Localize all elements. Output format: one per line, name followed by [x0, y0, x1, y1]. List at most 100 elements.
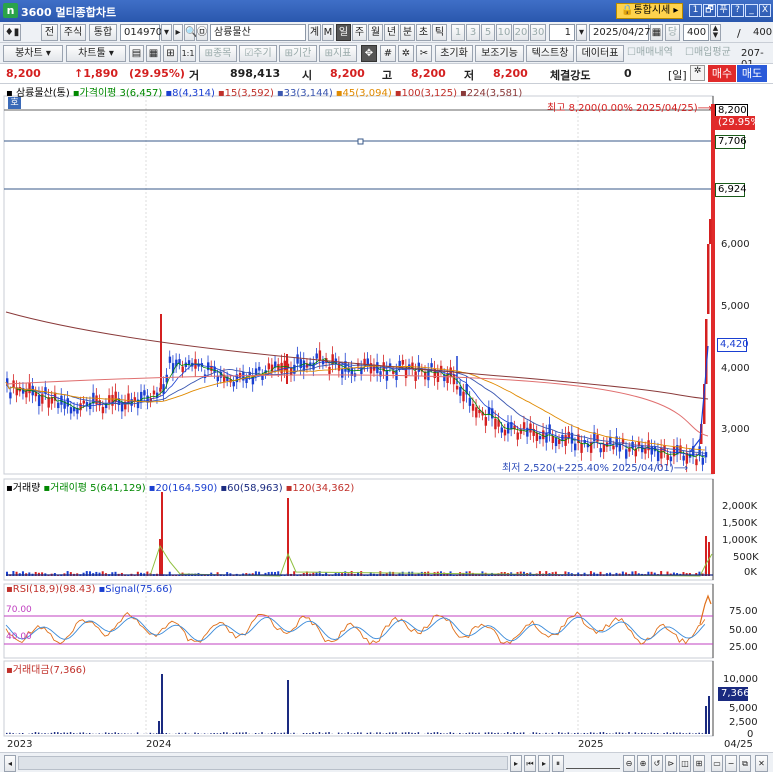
- restore-layout-button[interactable]: 🗗: [703, 4, 716, 17]
- close-chart-icon[interactable]: ✕: [755, 755, 768, 772]
- market-select[interactable]: 주식: [60, 24, 86, 41]
- stock-code-input[interactable]: 014970: [120, 24, 162, 41]
- compare-item-button[interactable]: ⊞종목: [199, 45, 237, 62]
- scissor-icon[interactable]: ✂: [416, 45, 432, 62]
- candle-body: [443, 374, 446, 382]
- text-window-button[interactable]: 텍스트창: [526, 45, 574, 62]
- minimize-button[interactable]: _: [745, 4, 758, 17]
- next-stock-icon[interactable]: ▸: [173, 24, 183, 41]
- count-spinner-icon[interactable]: ▲ ▼: [710, 24, 721, 41]
- chart-area[interactable]: ▪ 삼륭물산(통) ▪가격이평 3(6,457) ▪8(4,314) ▪15(3,59…: [0, 84, 773, 752]
- ho-badge[interactable]: 호: [8, 97, 21, 109]
- code-dropdown-icon[interactable]: ▾: [161, 24, 172, 41]
- period-second-button[interactable]: 초: [416, 24, 431, 41]
- calendar-icon[interactable]: ▦: [650, 24, 663, 41]
- chart-type-select[interactable]: 봉차트 ▾: [3, 45, 63, 62]
- price-legend-item[interactable]: ▪8(4,314): [165, 88, 215, 99]
- amount-legend-item[interactable]: ▪거래대금(7,366): [6, 665, 86, 676]
- pause-icon[interactable]: ⏸: [552, 755, 564, 772]
- chart-canvas[interactable]: [0, 84, 773, 752]
- price-legend-item[interactable]: ▪15(3,592): [218, 88, 274, 99]
- step-icon[interactable]: ⊳: [665, 755, 677, 772]
- settings-small-icon[interactable]: ✲: [690, 65, 705, 81]
- period-week-button[interactable]: 주: [352, 24, 367, 41]
- settings-icon[interactable]: ✲: [398, 45, 414, 62]
- interval-1-button[interactable]: 1: [451, 24, 465, 41]
- one-to-one-icon[interactable]: 1:1: [180, 45, 196, 62]
- search-icon[interactable]: 🔍: [184, 24, 197, 41]
- price-legend-item[interactable]: ▪45(3,094): [336, 88, 392, 99]
- grid-hash-icon[interactable]: #: [380, 45, 396, 62]
- cycle-button[interactable]: ☑주기: [239, 45, 277, 62]
- volume-legend-item[interactable]: ▪거래량: [6, 483, 40, 494]
- play-icon[interactable]: ▸: [538, 755, 550, 772]
- volume-legend-item[interactable]: ▪거래이평 5(641,129): [43, 483, 145, 494]
- scroll-right-icon[interactable]: ▸: [510, 755, 522, 772]
- chart-icon[interactable]: ㉤: [196, 24, 208, 41]
- volume-legend-item[interactable]: ▪20(164,590): [149, 483, 218, 494]
- split-icon[interactable]: ⊞: [163, 45, 178, 62]
- buy-button[interactable]: 매수: [708, 65, 736, 82]
- period-day-button[interactable]: 일: [336, 24, 351, 41]
- sell-button[interactable]: 매도: [737, 65, 767, 82]
- period-minute-button[interactable]: 분: [400, 24, 415, 41]
- period-year-button[interactable]: 년: [384, 24, 399, 41]
- integrated-quote-button[interactable]: 🔒통합시세 ▸: [616, 3, 684, 19]
- volume-legend-item[interactable]: ▪120(34,362): [286, 483, 355, 494]
- rsi-legend-item[interactable]: ▪RSI(18,9)(98.43): [6, 584, 96, 595]
- interval-5-button[interactable]: 5: [481, 24, 495, 41]
- reset-button[interactable]: 초기화: [435, 45, 473, 62]
- overlay-icon[interactable]: ⧉: [739, 755, 751, 772]
- interval-20-button[interactable]: 20: [513, 24, 529, 41]
- pin-window-button[interactable]: 푸: [717, 4, 730, 17]
- interval-input[interactable]: 1: [549, 24, 575, 41]
- zoom-slider[interactable]: [566, 757, 620, 769]
- zoom-in-icon[interactable]: ⊕: [637, 755, 649, 772]
- grid-icon[interactable]: ▦: [146, 45, 161, 62]
- help-button[interactable]: ?: [731, 4, 744, 17]
- close-button[interactable]: X: [759, 4, 771, 17]
- minus-icon[interactable]: −: [725, 755, 737, 772]
- trade-history-checkbox[interactable]: ☐매매내역: [627, 45, 682, 62]
- account-button[interactable]: 계: [308, 24, 321, 41]
- interval-3-button[interactable]: 3: [466, 24, 480, 41]
- low-value: 8,200: [493, 67, 528, 80]
- today-button[interactable]: 당: [665, 24, 680, 41]
- period-range-button[interactable]: ⊞기간: [279, 45, 317, 62]
- volume-legend-item[interactable]: ▪60(58,963): [220, 483, 282, 494]
- horizontal-scrollbar[interactable]: [18, 756, 508, 770]
- window-mode-1-button[interactable]: 1: [689, 4, 702, 17]
- bar-count-input[interactable]: 400: [683, 24, 709, 41]
- price-legend-item[interactable]: ▪100(3,125): [395, 88, 457, 99]
- indicator-button[interactable]: ⊞지표: [319, 45, 357, 62]
- m-button[interactable]: M: [322, 24, 334, 41]
- avg-price-checkbox[interactable]: ☐매입평균: [685, 45, 741, 62]
- chart-tool-select[interactable]: 차트툴 ▾: [66, 45, 126, 62]
- split-view-icon[interactable]: ◫: [679, 755, 691, 772]
- zoom-out-icon[interactable]: ⊖: [623, 755, 635, 772]
- full-view-icon[interactable]: ⊞: [693, 755, 705, 772]
- go-first-icon[interactable]: ⏮: [524, 755, 536, 772]
- price-legend-item[interactable]: ▪224(3,581): [460, 88, 522, 99]
- rsi-legend-item[interactable]: ▪Signal(75.66): [99, 584, 173, 595]
- data-table-button[interactable]: 데이터표: [576, 45, 624, 62]
- integrated-button[interactable]: 통합: [89, 24, 117, 41]
- crosshair-icon[interactable]: ✥: [361, 45, 377, 62]
- interval-dropdown-icon[interactable]: ▾: [576, 24, 587, 41]
- window-icon[interactable]: ▭: [711, 755, 723, 772]
- layout-icon[interactable]: ▤: [129, 45, 144, 62]
- amount-bar: [197, 733, 199, 734]
- aux-function-button[interactable]: 보조기능: [475, 45, 524, 62]
- price-legend-item[interactable]: ▪가격이평 3(6,457): [73, 88, 163, 99]
- price-legend-item[interactable]: ▪33(3,144): [277, 88, 333, 99]
- interval-10-button[interactable]: 10: [496, 24, 512, 41]
- interval-30-button[interactable]: 30: [530, 24, 546, 41]
- period-tick-button[interactable]: 틱: [432, 24, 447, 41]
- scroll-left-icon[interactable]: ◂: [4, 755, 16, 772]
- stock-name-field[interactable]: 삼륭물산: [210, 24, 306, 41]
- period-month-button[interactable]: 월: [368, 24, 383, 41]
- link-pin-button[interactable]: ♦▮: [3, 24, 21, 41]
- all-button[interactable]: 전: [41, 24, 58, 41]
- date-input[interactable]: 2025/04/27: [589, 24, 651, 41]
- reset-zoom-icon[interactable]: ↺: [651, 755, 663, 772]
